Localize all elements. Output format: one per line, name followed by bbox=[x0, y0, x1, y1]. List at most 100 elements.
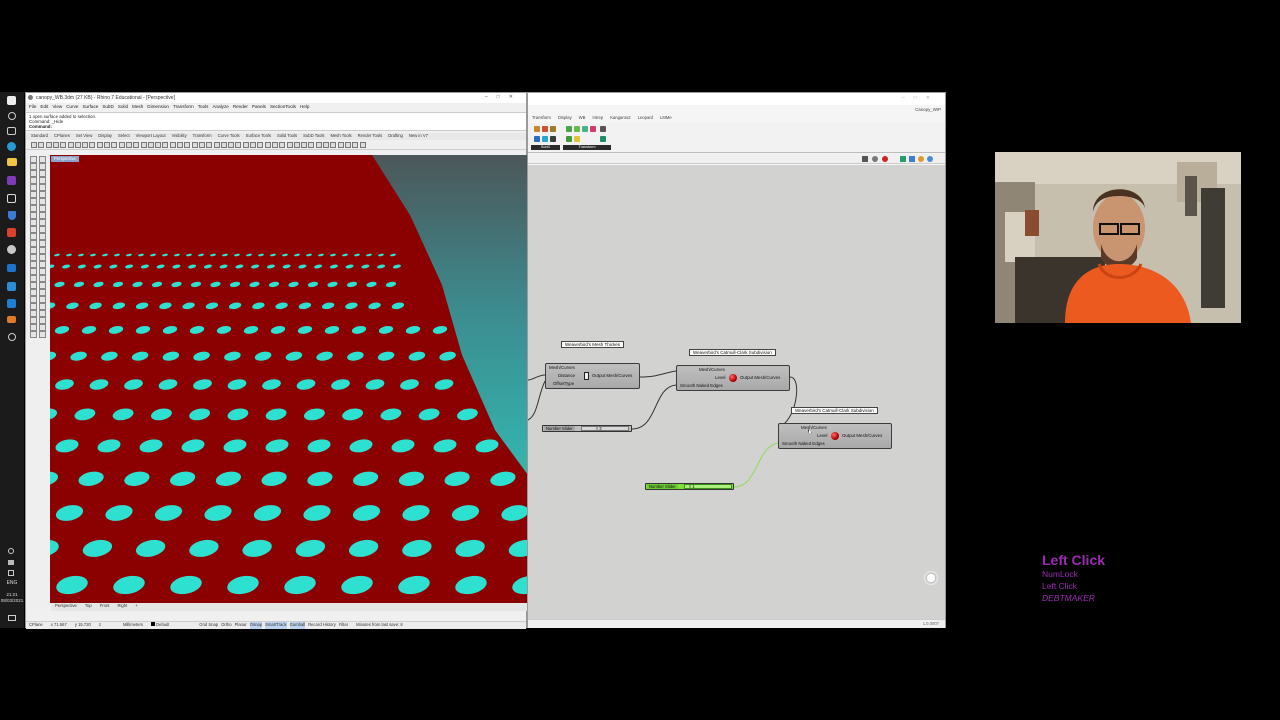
rhino-tool-button-icon[interactable] bbox=[67, 142, 74, 148]
sketch-icon[interactable] bbox=[900, 156, 906, 162]
rhino-left-tool-icon[interactable] bbox=[30, 268, 37, 275]
defender-icon[interactable] bbox=[8, 211, 16, 220]
rhino-tool-button-icon[interactable] bbox=[162, 142, 169, 148]
rhino-left-tool-icon[interactable] bbox=[30, 233, 37, 240]
settings-icon[interactable] bbox=[8, 333, 16, 341]
toolbar-tab-8[interactable]: Curve Tools bbox=[218, 133, 240, 140]
gh-maximize-button[interactable]: □ bbox=[914, 95, 926, 101]
rhino-left-tool-icon[interactable] bbox=[39, 163, 46, 170]
windows-icon[interactable] bbox=[7, 96, 16, 105]
menu-item-6[interactable]: Solid bbox=[118, 104, 128, 112]
menu-item-11[interactable]: Analyze bbox=[212, 104, 228, 112]
snap-toggle-5[interactable]: Gumball bbox=[289, 622, 306, 629]
notifications-icon[interactable] bbox=[8, 615, 16, 621]
rhino-left-tool-icon[interactable] bbox=[39, 247, 46, 254]
viewport-tab-0[interactable]: Perspective bbox=[55, 603, 77, 611]
snap-toggle-2[interactable]: Planar bbox=[235, 622, 247, 629]
rhino-left-tool-icon[interactable] bbox=[30, 317, 37, 324]
wb-component-icon[interactable] bbox=[534, 126, 540, 132]
gh-canvas[interactable]: Weaverbird's Mesh Thicken Mesh/Curves Di… bbox=[528, 165, 945, 619]
rhino-left-tool-icon[interactable] bbox=[39, 226, 46, 233]
mesh-thicken-input-2[interactable]: Distance bbox=[558, 373, 575, 378]
rhino-tool-button-icon[interactable] bbox=[301, 142, 308, 148]
wb-component-icon[interactable] bbox=[590, 126, 596, 132]
rhino-left-tool-icon[interactable] bbox=[30, 310, 37, 317]
rhino-left-tool-icon[interactable] bbox=[30, 177, 37, 184]
rhino-left-tool-icon[interactable] bbox=[39, 317, 46, 324]
rhino-tool-button-icon[interactable] bbox=[191, 142, 198, 148]
wb-component-icon[interactable] bbox=[534, 136, 540, 142]
menu-item-0[interactable]: File bbox=[29, 104, 36, 112]
rhino-tool-button-icon[interactable] bbox=[337, 142, 344, 148]
rhino-left-tool-icon[interactable] bbox=[30, 205, 37, 212]
rhino-left-tool-icon[interactable] bbox=[30, 198, 37, 205]
mesh-thicken-input-1[interactable]: Mesh/Curves bbox=[549, 365, 575, 370]
number-slider-1[interactable]: Number Slider ◊ 3 bbox=[542, 425, 632, 432]
gh-minimize-button[interactable]: – bbox=[902, 95, 914, 101]
menu-item-4[interactable]: Surface bbox=[82, 104, 98, 112]
onenote-icon[interactable] bbox=[7, 176, 16, 185]
rhino-tool-button-icon[interactable] bbox=[264, 142, 271, 148]
wb-component-icon[interactable] bbox=[574, 136, 580, 142]
rhino-left-tool-icon[interactable] bbox=[30, 296, 37, 303]
grasshopper-icon[interactable] bbox=[7, 282, 16, 291]
rhino-left-tool-icon[interactable] bbox=[30, 170, 37, 177]
rhino-left-tool-icon[interactable] bbox=[30, 156, 37, 163]
mail-icon[interactable] bbox=[7, 264, 16, 272]
rhino-left-tool-icon[interactable] bbox=[30, 247, 37, 254]
rhino-tool-button-icon[interactable] bbox=[111, 142, 118, 148]
rhino-tool-button-icon[interactable] bbox=[344, 142, 351, 148]
snap-toggle-3[interactable]: Osnap bbox=[249, 622, 263, 629]
rhino-tool-button-icon[interactable] bbox=[220, 142, 227, 148]
rhino-left-tool-icon[interactable] bbox=[39, 254, 46, 261]
viewport-tab-4[interactable]: + bbox=[135, 603, 137, 611]
gh-tab-0[interactable]: Transform bbox=[532, 115, 551, 122]
wb-component-icon[interactable] bbox=[582, 126, 588, 132]
maximize-button[interactable]: □ bbox=[497, 94, 509, 100]
rhino-tool-button-icon[interactable] bbox=[45, 142, 52, 148]
rhino-left-tool-icon[interactable] bbox=[39, 240, 46, 247]
rhino-left-tool-icon[interactable] bbox=[39, 275, 46, 282]
rhino-tool-button-icon[interactable] bbox=[308, 142, 315, 148]
preview-shaded-icon[interactable] bbox=[882, 156, 888, 162]
toolbar-tab-9[interactable]: Surface Tools bbox=[246, 133, 271, 140]
slider-2-track[interactable]: ◊ 1 bbox=[684, 484, 732, 489]
menu-item-2[interactable]: View bbox=[52, 104, 62, 112]
rhino-left-tool-icon[interactable] bbox=[39, 205, 46, 212]
rhino-tool-button-icon[interactable] bbox=[169, 142, 176, 148]
toolbar-tab-10[interactable]: Solid Tools bbox=[277, 133, 297, 140]
viewport-tab-3[interactable]: Right bbox=[117, 603, 127, 611]
rhino-tool-button-icon[interactable] bbox=[286, 142, 293, 148]
menu-item-5[interactable]: SubD bbox=[102, 104, 114, 112]
menu-item-15[interactable]: Help bbox=[300, 104, 309, 112]
rhino-tool-button-icon[interactable] bbox=[293, 142, 300, 148]
task-view-icon[interactable] bbox=[7, 127, 16, 135]
search-icon[interactable] bbox=[8, 112, 16, 120]
rhino-tool-button-icon[interactable] bbox=[359, 142, 366, 148]
viewport-tab-1[interactable]: Top bbox=[85, 603, 92, 611]
rhino-left-tool-icon[interactable] bbox=[39, 282, 46, 289]
rhino-left-tool-icon[interactable] bbox=[39, 233, 46, 240]
network-icon[interactable] bbox=[8, 548, 14, 554]
clock[interactable]: 21:21 08/03/2021 bbox=[0, 592, 24, 604]
rhino-tool-button-icon[interactable] bbox=[213, 142, 220, 148]
rhino-left-tool-icon[interactable] bbox=[30, 163, 37, 170]
rhino-left-tool-icon[interactable] bbox=[39, 303, 46, 310]
canvas-widget-icon[interactable] bbox=[924, 571, 938, 585]
wb-component-icon[interactable] bbox=[542, 136, 548, 142]
file-explorer-icon[interactable] bbox=[7, 158, 17, 166]
rhino-tool-button-icon[interactable] bbox=[155, 142, 162, 148]
snap-toggle-7[interactable]: Filter bbox=[339, 622, 348, 629]
bake-icon[interactable] bbox=[927, 156, 933, 162]
rhino-tool-button-icon[interactable] bbox=[279, 142, 286, 148]
volume-icon[interactable] bbox=[8, 570, 14, 576]
menu-item-1[interactable]: Edit bbox=[40, 104, 48, 112]
toolbar-tab-4[interactable]: Select bbox=[118, 133, 130, 140]
rhino-left-tool-icon[interactable] bbox=[39, 191, 46, 198]
toolbar-tab-1[interactable]: CPlanes bbox=[54, 133, 70, 140]
ribbon-panel-subd[interactable]: SubD bbox=[531, 145, 560, 150]
gh-tab-5[interactable]: Leopard bbox=[638, 115, 653, 122]
outlook-icon[interactable] bbox=[7, 299, 16, 308]
rhino-left-tool-icon[interactable] bbox=[30, 303, 37, 310]
rhino-left-tool-icon[interactable] bbox=[39, 156, 46, 163]
